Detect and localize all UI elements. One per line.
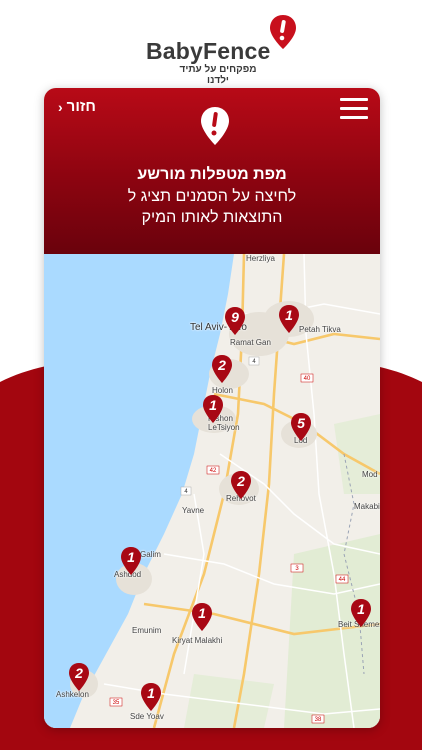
brand-logo: BabyFence מפקחים על עתיד ילדנו <box>0 14 422 86</box>
marker-count: 1 <box>127 549 135 565</box>
marker-count: 1 <box>147 685 155 701</box>
map-label-yavne: Yavne <box>182 506 205 515</box>
back-button[interactable]: חזור ‹ <box>58 98 96 115</box>
marker-count: 1 <box>357 601 365 617</box>
svg-text:35: 35 <box>113 700 120 706</box>
map-marker[interactable]: 1 <box>191 602 213 632</box>
brand-tagline: מפקחים על עתיד ילדנו <box>179 64 257 86</box>
map-marker[interactable]: 1 <box>202 394 224 424</box>
marker-count: 1 <box>209 397 217 413</box>
map-label-galim: Galim <box>140 550 161 559</box>
map-label-makabi: Makabi <box>354 502 380 511</box>
map-label-herzliya: Herzliya <box>246 254 275 263</box>
map-marker[interactable]: 1 <box>278 304 300 334</box>
map-label-sde-yoav: Sde Yoav <box>130 712 164 721</box>
marker-count: 1 <box>198 605 206 621</box>
svg-text:40: 40 <box>304 376 311 382</box>
page-header: חזור ‹ מפת מטפלות מורשע לחיצה על הסמנים … <box>44 88 380 254</box>
phone-screen: חזור ‹ מפת מטפלות מורשע לחיצה על הסמנים … <box>44 88 380 728</box>
alert-pin-icon <box>201 107 229 145</box>
map-label-emunim: Emunim <box>132 626 162 635</box>
alert-pin-icon <box>270 15 296 49</box>
map-marker[interactable]: 5 <box>290 412 312 442</box>
map-marker[interactable]: 1 <box>120 546 142 576</box>
map-marker[interactable]: 2 <box>230 470 252 500</box>
marker-count: 2 <box>218 357 226 373</box>
map-label-petah-tikva: Petah Tikva <box>299 325 341 334</box>
map-marker[interactable]: 1 <box>140 682 162 712</box>
map-view[interactable]: 4 40 42 4 44 3 35 38 Herzliya Tel Aviv-Y… <box>44 254 380 728</box>
marker-count: 1 <box>285 307 293 323</box>
hamburger-menu-icon[interactable] <box>340 96 368 120</box>
map-marker[interactable]: 2 <box>211 354 233 384</box>
marker-count: 9 <box>231 309 239 325</box>
map-marker[interactable]: 1 <box>350 598 372 628</box>
map-marker[interactable]: 9 <box>224 306 246 336</box>
svg-text:42: 42 <box>210 468 217 474</box>
brand-name: BabyFence <box>146 38 271 64</box>
map-label-ramat-gan: Ramat Gan <box>230 338 271 347</box>
page-subtitle-line1: לחיצה על הסמנים תציג ל <box>127 188 297 205</box>
map-marker[interactable]: 2 <box>68 662 90 692</box>
map-label-modiin: Mod <box>362 470 378 479</box>
page-title: מפת מטפלות מורשע <box>137 166 287 183</box>
page-subtitle-line2: התוצאות לאותו המיק <box>141 209 283 226</box>
svg-text:38: 38 <box>315 717 322 723</box>
marker-count: 2 <box>237 473 245 489</box>
marker-count: 5 <box>297 415 305 431</box>
chevron-left-icon: ‹ <box>58 98 63 115</box>
map-label-kiryat-malakhi: Kiryat Malakhi <box>172 636 223 645</box>
svg-text:44: 44 <box>339 577 346 583</box>
back-label: חזור <box>66 98 96 115</box>
marker-count: 2 <box>75 665 83 681</box>
